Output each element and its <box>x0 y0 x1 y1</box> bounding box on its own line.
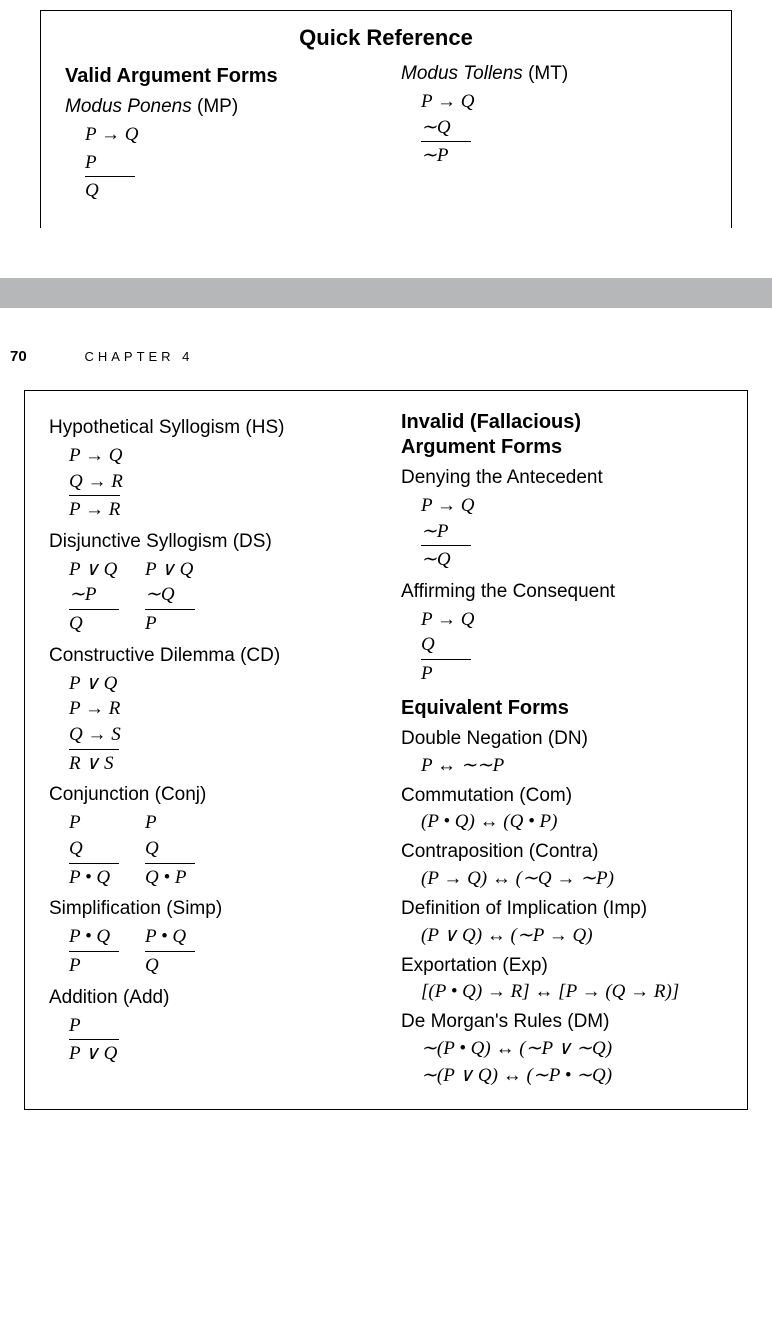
page-gap <box>0 228 772 278</box>
ac-formula: P → Q Q P <box>421 607 723 687</box>
dm-eq1: ∼(P • Q) ↔ (∼P ∨ ∼Q) <box>421 1037 723 1060</box>
mp-formula: P → Q P Q <box>85 122 371 204</box>
cd-formula: P ∨ Q P → R Q → S R ∨ S <box>69 671 371 777</box>
com-name: Commutation (Com) <box>401 785 723 807</box>
imp-eq: (P ∨ Q) ↔ (∼P → Q) <box>421 924 723 947</box>
dn-eq: P ↔ ∼∼P <box>421 754 723 777</box>
chapter-label: CHAPTER 4 <box>84 349 193 364</box>
da-name: Denying the Antecedent <box>401 467 723 489</box>
page-divider-bar <box>0 278 772 308</box>
quick-reference-title: Quick Reference <box>65 25 707 51</box>
main-right-column: Invalid (Fallacious) Argument Forms Deny… <box>401 409 723 1091</box>
exp-name: Exportation (Exp) <box>401 955 723 977</box>
top-left-column: Valid Argument Forms Modus Ponens (MP) P… <box>65 63 371 210</box>
hs-formula: P → Q Q → R P → R <box>69 443 371 523</box>
mt-formula: P → Q ∼Q ∼P <box>421 89 707 169</box>
exp-eq: [(P • Q) → R] ↔ [P → (Q → R)] <box>421 981 723 1003</box>
top-right-column: Modus Tollens (MT) P → Q ∼Q ∼P <box>401 63 707 210</box>
ds-formula: P ∨ Q ∼P Q P ∨ Q ∼Q P <box>69 557 371 637</box>
ac-name: Affirming the Consequent <box>401 581 723 603</box>
dm-name: De Morgan's Rules (DM) <box>401 1011 723 1033</box>
contra-eq: (P → Q) ↔ (∼Q → ∼P) <box>421 867 723 890</box>
add-name: Addition (Add) <box>49 987 371 1009</box>
valid-forms-heading: Valid Argument Forms <box>65 65 371 88</box>
invalid-heading-1: Invalid (Fallacious) <box>401 411 723 434</box>
mt-name: Modus Tollens (MT) <box>401 63 707 85</box>
simp-formula: P • Q P P • Q Q <box>69 924 371 978</box>
imp-name: Definition of Implication (Imp) <box>401 898 723 920</box>
page-header: 70 CHAPTER 4 <box>0 308 772 390</box>
ds-name: Disjunctive Syllogism (DS) <box>49 531 371 553</box>
equiv-heading: Equivalent Forms <box>401 697 723 720</box>
mp-name: Modus Ponens (MP) <box>65 96 371 118</box>
simp-name: Simplification (Simp) <box>49 898 371 920</box>
cd-name: Constructive Dilemma (CD) <box>49 645 371 667</box>
quick-reference-box-top: Quick Reference Valid Argument Forms Mod… <box>40 10 732 228</box>
conj-name: Conjunction (Conj) <box>49 784 371 806</box>
add-formula: P P ∨ Q <box>69 1013 371 1067</box>
invalid-heading-2: Argument Forms <box>401 436 723 459</box>
quick-reference-box-main: Hypothetical Syllogism (HS) P → Q Q → R … <box>24 390 748 1110</box>
da-formula: P → Q ∼P ∼Q <box>421 493 723 573</box>
dn-name: Double Negation (DN) <box>401 728 723 750</box>
main-left-column: Hypothetical Syllogism (HS) P → Q Q → R … <box>49 409 371 1091</box>
page-number: 70 <box>10 348 80 365</box>
contra-name: Contraposition (Contra) <box>401 841 723 863</box>
dm-eq2: ∼(P ∨ Q) ↔ (∼P • ∼Q) <box>421 1064 723 1087</box>
hs-name: Hypothetical Syllogism (HS) <box>49 417 371 439</box>
conj-formula: P Q P • Q P Q Q • P <box>69 810 371 890</box>
com-eq: (P • Q) ↔ (Q • P) <box>421 811 723 833</box>
